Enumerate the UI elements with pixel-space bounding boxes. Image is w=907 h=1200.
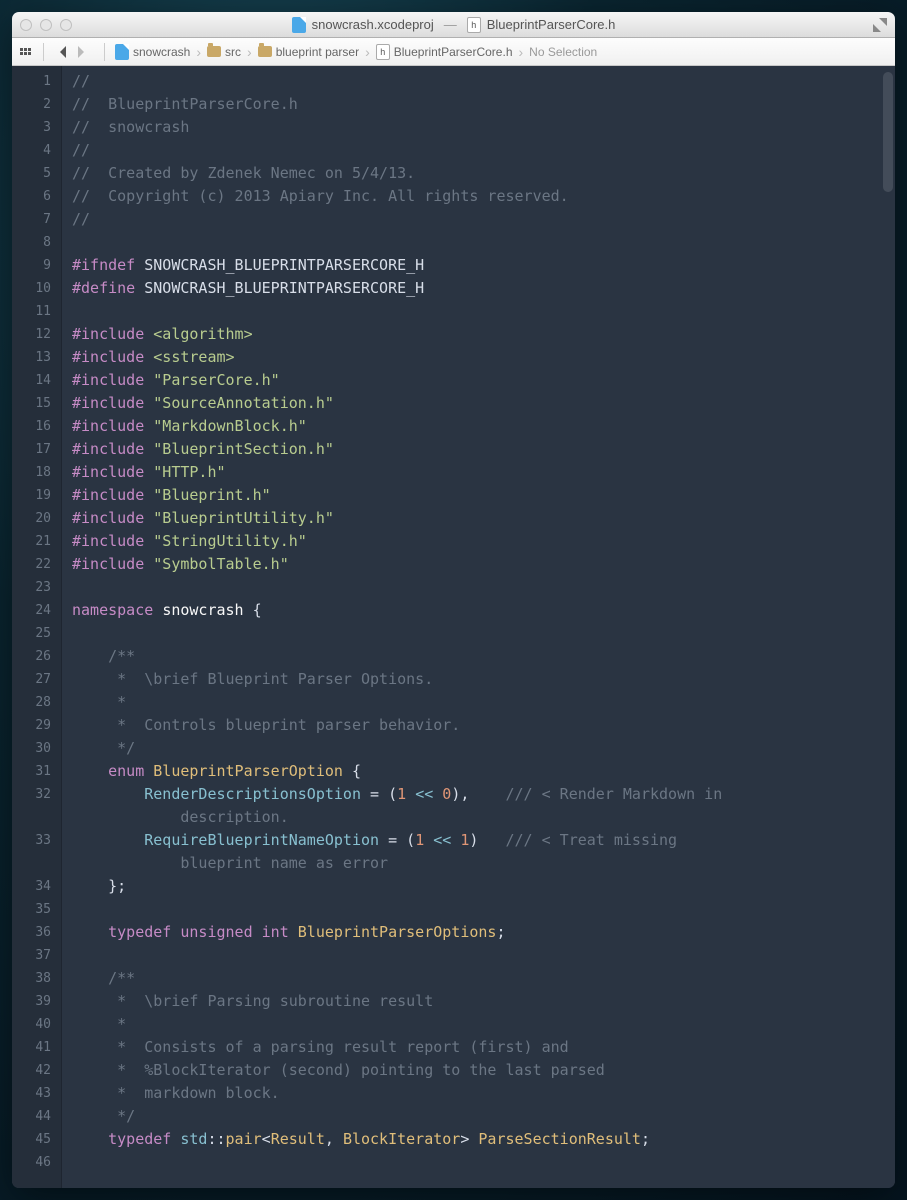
breadcrumb: snowcrash › src › blueprint parser › h Blueprin…: [115, 44, 597, 60]
chevron-right-icon: ›: [247, 44, 252, 60]
code-line[interactable]: //: [72, 208, 895, 231]
code-line[interactable]: #include "SymbolTable.h": [72, 553, 895, 576]
breadcrumb-item[interactable]: snowcrash: [115, 44, 190, 60]
code-line[interactable]: * %BlockIterator (second) pointing to th…: [72, 1059, 895, 1082]
code-line[interactable]: #include "SourceAnnotation.h": [72, 392, 895, 415]
chevron-right-icon: ›: [365, 44, 370, 60]
nav-back-icon[interactable]: [54, 46, 66, 58]
related-items-icon[interactable]: [18, 46, 33, 57]
code-line[interactable]: [72, 944, 895, 967]
no-selection-label[interactable]: No Selection: [529, 45, 597, 59]
vertical-scrollbar[interactable]: [883, 72, 893, 1182]
chevron-right-icon: ›: [519, 44, 524, 60]
code-line[interactable]: #ifndef SNOWCRASH_BLUEPRINTPARSERCORE_H: [72, 254, 895, 277]
project-icon: [115, 44, 129, 60]
folder-icon: [258, 46, 272, 57]
close-button[interactable]: [20, 19, 32, 31]
code-area[interactable]: //// BlueprintParserCore.h// snowcrash//…: [62, 66, 895, 1188]
code-line[interactable]: //: [72, 70, 895, 93]
zoom-button[interactable]: [60, 19, 72, 31]
code-line[interactable]: [72, 576, 895, 599]
code-line[interactable]: *: [72, 1013, 895, 1036]
code-line[interactable]: * markdown block.: [72, 1082, 895, 1105]
project-name: snowcrash.xcodeproj: [312, 17, 434, 32]
code-line[interactable]: [72, 1151, 895, 1174]
code-line[interactable]: namespace snowcrash {: [72, 599, 895, 622]
code-line[interactable]: [72, 231, 895, 254]
code-line[interactable]: #include <sstream>: [72, 346, 895, 369]
code-line[interactable]: RenderDescriptionsOption = (1 << 0), ///…: [72, 783, 895, 829]
code-line[interactable]: #include "BlueprintSection.h": [72, 438, 895, 461]
code-line[interactable]: #include "ParserCore.h": [72, 369, 895, 392]
breadcrumb-item[interactable]: blueprint parser: [258, 45, 359, 59]
breadcrumb-label: blueprint parser: [276, 45, 359, 59]
separator: [104, 43, 105, 61]
breadcrumb-item[interactable]: h BlueprintParserCore.h: [376, 44, 513, 60]
code-line[interactable]: #include "BlueprintUtility.h": [72, 507, 895, 530]
code-line[interactable]: * Consists of a parsing result report (f…: [72, 1036, 895, 1059]
code-line[interactable]: #define SNOWCRASH_BLUEPRINTPARSERCORE_H: [72, 277, 895, 300]
file-name: BlueprintParserCore.h: [487, 17, 616, 32]
chevron-right-icon: ›: [196, 44, 201, 60]
code-line[interactable]: // Created by Zdenek Nemec on 5/4/13.: [72, 162, 895, 185]
breadcrumb-label: src: [225, 45, 241, 59]
code-line[interactable]: [72, 300, 895, 323]
code-line[interactable]: // snowcrash: [72, 116, 895, 139]
breadcrumb-label: BlueprintParserCore.h: [394, 45, 513, 59]
titlebar[interactable]: snowcrash.xcodeproj — h BlueprintParserC…: [12, 12, 895, 38]
code-line[interactable]: * Controls blueprint parser behavior.: [72, 714, 895, 737]
window-title: snowcrash.xcodeproj — h BlueprintParserC…: [12, 17, 895, 33]
code-line[interactable]: //: [72, 139, 895, 162]
code-line[interactable]: /**: [72, 645, 895, 668]
traffic-lights: [20, 19, 72, 31]
code-line[interactable]: [72, 898, 895, 921]
folder-icon: [207, 46, 221, 57]
header-file-icon: h: [376, 44, 390, 60]
code-line[interactable]: #include "MarkdownBlock.h": [72, 415, 895, 438]
project-icon: [292, 17, 306, 33]
code-line[interactable]: // Copyright (c) 2013 Apiary Inc. All ri…: [72, 185, 895, 208]
code-line[interactable]: // BlueprintParserCore.h: [72, 93, 895, 116]
breadcrumb-item[interactable]: src: [207, 45, 241, 59]
code-line[interactable]: * \brief Blueprint Parser Options.: [72, 668, 895, 691]
code-line[interactable]: * \brief Parsing subroutine result: [72, 990, 895, 1013]
code-line[interactable]: */: [72, 1105, 895, 1128]
code-line[interactable]: typedef std::pair<Result, BlockIterator>…: [72, 1128, 895, 1151]
scrollbar-thumb[interactable]: [883, 72, 893, 192]
jump-bar[interactable]: snowcrash › src › blueprint parser › h Blueprin…: [12, 38, 895, 66]
minimize-button[interactable]: [40, 19, 52, 31]
code-line[interactable]: #include "HTTP.h": [72, 461, 895, 484]
xcode-window: snowcrash.xcodeproj — h BlueprintParserC…: [12, 12, 895, 1188]
code-line[interactable]: [72, 622, 895, 645]
code-line[interactable]: enum BlueprintParserOption {: [72, 760, 895, 783]
code-line[interactable]: /**: [72, 967, 895, 990]
header-file-icon: h: [467, 17, 481, 33]
code-line[interactable]: RequireBlueprintNameOption = (1 << 1) //…: [72, 829, 895, 875]
code-line[interactable]: typedef unsigned int BlueprintParserOpti…: [72, 921, 895, 944]
code-line[interactable]: };: [72, 875, 895, 898]
code-line[interactable]: #include "Blueprint.h": [72, 484, 895, 507]
separator: [43, 43, 44, 61]
code-line[interactable]: #include <algorithm>: [72, 323, 895, 346]
code-line[interactable]: *: [72, 691, 895, 714]
title-separator: —: [444, 17, 457, 32]
fullscreen-icon[interactable]: [873, 18, 887, 32]
nav-forward-icon[interactable]: [78, 46, 90, 58]
code-line[interactable]: */: [72, 737, 895, 760]
line-gutter[interactable]: 1 2 3 4 5 6 7 8 9 10 11 12 13 14 15 16 1…: [12, 66, 62, 1188]
breadcrumb-label: snowcrash: [133, 45, 190, 59]
editor: 1 2 3 4 5 6 7 8 9 10 11 12 13 14 15 16 1…: [12, 66, 895, 1188]
code-line[interactable]: #include "StringUtility.h": [72, 530, 895, 553]
